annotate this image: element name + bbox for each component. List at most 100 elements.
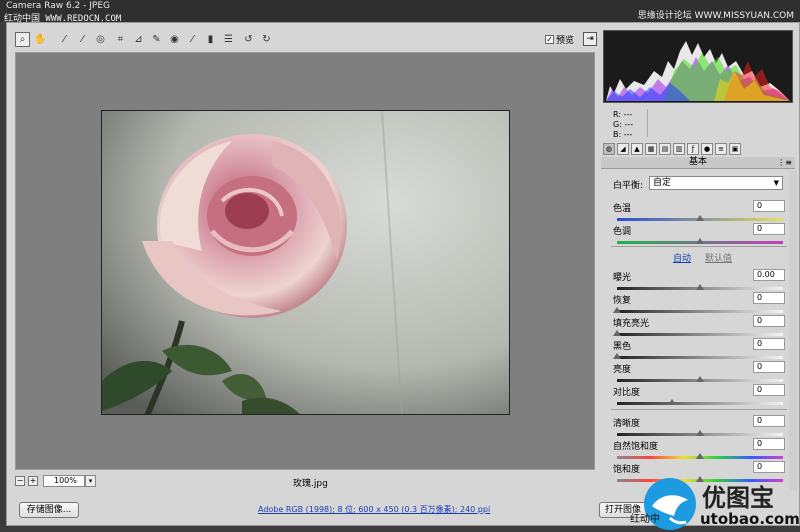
slider-thumb[interactable]: [696, 284, 704, 290]
slider-thumb[interactable]: [613, 330, 621, 336]
preferences-icon[interactable]: ☰: [221, 32, 236, 47]
panel-scrollbar[interactable]: [789, 171, 797, 491]
tab-hsl-icon[interactable]: ▦: [645, 143, 657, 155]
slider-thumb[interactable]: [696, 453, 704, 459]
readout-r: R: ---: [613, 110, 633, 119]
white-balance-select[interactable]: 自定 ▼: [649, 176, 783, 190]
slider-thumb[interactable]: [696, 376, 704, 382]
color-sampler-icon[interactable]: ⁄: [75, 32, 90, 47]
slider-track[interactable]: [617, 333, 783, 336]
crop-icon[interactable]: ⌗: [113, 32, 128, 47]
slider-label: 对比度: [613, 388, 641, 398]
slider-value-field[interactable]: 0: [753, 338, 785, 350]
slider-thumb[interactable]: [696, 430, 704, 436]
slider-track[interactable]: [617, 356, 783, 359]
straighten-icon[interactable]: ⊿: [131, 32, 146, 47]
zoom-level-field[interactable]: 100%: [43, 475, 85, 487]
tab-tone-curve-icon[interactable]: ◢: [617, 143, 629, 155]
slider-label: 亮度: [613, 365, 632, 375]
slider-row: 色调 0: [613, 223, 785, 248]
slider-thumb[interactable]: [696, 238, 704, 244]
preview-checkbox[interactable]: ✓ 预览: [545, 33, 574, 46]
tab-camera-calibration-icon[interactable]: ●: [701, 143, 713, 155]
camera-raw-window: ⌕ ✋ ⁄ ⁄ ◎ ⌗ ⊿ ✎ ◉ ⁄ ▮ ☰ ↺ ↻ ✓ 预览 ⇥ − + 1…: [6, 22, 800, 526]
slider-thumb[interactable]: [613, 353, 621, 359]
tab-presets-icon[interactable]: ≡: [715, 143, 727, 155]
fullscreen-icon[interactable]: ⇥: [583, 32, 597, 46]
brand-name: 优图宝: [702, 484, 774, 512]
target-adjust-icon[interactable]: ◎: [93, 32, 108, 47]
slider-thumb[interactable]: [667, 399, 676, 405]
slider-value-field[interactable]: 0: [753, 223, 785, 235]
hand-icon[interactable]: ✋: [33, 32, 48, 47]
basic-panel-title: 基本: [688, 157, 707, 167]
default-link[interactable]: 默认值: [705, 251, 732, 264]
rotate-ccw-icon[interactable]: ↺: [241, 32, 256, 47]
slider-value-field[interactable]: 0: [753, 415, 785, 427]
slider-label: 饱和度: [613, 465, 641, 475]
slider-thumb[interactable]: [696, 215, 704, 221]
zoom-in-button[interactable]: +: [28, 476, 38, 486]
white-balance-icon[interactable]: ⁄: [57, 32, 72, 47]
adjustment-brush-icon[interactable]: ⁄: [185, 32, 200, 47]
tab-split-toning-icon[interactable]: ▤: [659, 143, 671, 155]
preview-checkbox-box[interactable]: ✓: [545, 35, 554, 44]
graduated-filter-icon[interactable]: ▮: [203, 32, 218, 47]
preview-checkbox-label: 预览: [556, 36, 575, 46]
photo-rose: [101, 110, 510, 415]
brand-overlay: 红动中: [630, 514, 660, 525]
tab-detail-icon[interactable]: ▲: [631, 143, 643, 155]
white-balance-label: 白平衡:: [613, 181, 644, 191]
slider-value-field[interactable]: 0: [753, 200, 785, 212]
rose-photo-image: [102, 111, 509, 414]
save-image-button[interactable]: 存储图像...: [19, 502, 79, 518]
slider-value-field[interactable]: 0: [753, 438, 785, 450]
red-eye-icon[interactable]: ◉: [167, 32, 182, 47]
slider-row: 曝光 0.00: [613, 269, 785, 294]
slider-value-field[interactable]: 0: [753, 315, 785, 327]
zoom-icon[interactable]: ⌕: [15, 32, 30, 47]
slider-value-field[interactable]: 0: [753, 361, 785, 373]
zoom-out-button[interactable]: −: [15, 476, 25, 486]
tab-snapshots-icon[interactable]: ▣: [729, 143, 741, 155]
slider-track[interactable]: [617, 402, 783, 405]
slider-row: 清晰度 0: [613, 415, 785, 440]
slider-thumb[interactable]: [613, 307, 621, 313]
title-bar: Camera Raw 6.2 - JPEG 红动中国 WWW.REDOCN.CO…: [0, 0, 800, 24]
slider-value-field[interactable]: 0: [753, 461, 785, 473]
slider-value-field[interactable]: 0: [753, 384, 785, 396]
slider-row: 填充亮光 0: [613, 315, 785, 340]
slider-label: 恢复: [613, 296, 632, 306]
spot-removal-icon[interactable]: ✎: [149, 32, 164, 47]
slider-label: 黑色: [613, 342, 632, 352]
histogram: [603, 30, 793, 103]
histogram-graph: [606, 41, 790, 101]
slider-value-field[interactable]: 0: [753, 292, 785, 304]
slider-track[interactable]: [617, 310, 783, 313]
panel-menu-icon[interactable]: ⋮≡: [777, 157, 792, 168]
tab-lens-icon[interactable]: ▥: [673, 143, 685, 155]
rotate-cw-icon[interactable]: ↻: [259, 32, 274, 47]
slider-row: 亮度 0: [613, 361, 785, 386]
divider: [611, 409, 787, 410]
auto-link[interactable]: 自动: [673, 251, 691, 264]
basic-panel-header: 基本 ⋮≡: [601, 157, 795, 169]
slider-row: 恢复 0: [613, 292, 785, 317]
watermark-right: 思缘设计论坛 WWW.MISSYUAN.COM: [637, 11, 794, 21]
zoom-dropdown-icon[interactable]: ▾: [85, 475, 96, 487]
workflow-options-link[interactable]: Adobe RGB (1998); 8 位; 600 x 450 (0.3 百万…: [258, 504, 490, 515]
slider-row: 自然饱和度 0: [613, 438, 785, 463]
brand-watermark: 优图宝 utobao.com 红动中: [630, 474, 800, 532]
tab-basic-icon[interactable]: ◍: [603, 143, 615, 155]
tab-effects-icon[interactable]: ƒ: [687, 143, 699, 155]
image-preview-area[interactable]: [15, 52, 595, 470]
white-balance-value: 自定: [653, 178, 672, 188]
slider-label: 清晰度: [613, 419, 641, 429]
rgb-readout: R: --- G: --- B: ---: [603, 107, 793, 139]
panel-tabs: ◍ ◢ ▲ ▦ ▤ ▥ ƒ ● ≡ ▣: [601, 141, 795, 157]
zoom-bar: − + 100% ▾ 玫瑰.jpg: [15, 475, 595, 489]
slider-value-field[interactable]: 0.00: [753, 269, 785, 281]
readout-g: G: ---: [613, 120, 634, 129]
slider-label: 色温: [613, 204, 632, 214]
file-name: 玫瑰.jpg: [293, 479, 328, 489]
